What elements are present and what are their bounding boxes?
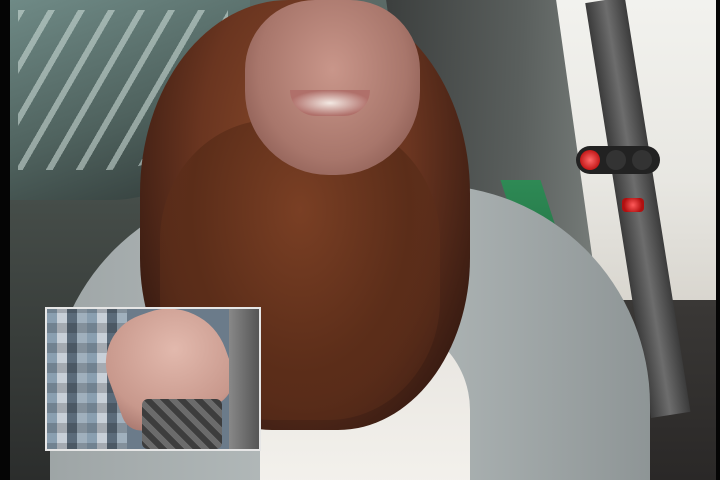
red-signal-lamp [580, 150, 600, 170]
video-frame [0, 0, 720, 480]
face [245, 0, 420, 175]
signal-lamp-off [632, 150, 652, 170]
inset-edge [229, 309, 259, 449]
right-black-bar [716, 0, 720, 480]
pedestrian-signal [622, 198, 644, 212]
inset-object [142, 399, 222, 449]
signal-lamp-off [606, 150, 626, 170]
traffic-signal [576, 146, 660, 174]
inset-video [45, 307, 261, 451]
left-black-bar [0, 0, 10, 480]
